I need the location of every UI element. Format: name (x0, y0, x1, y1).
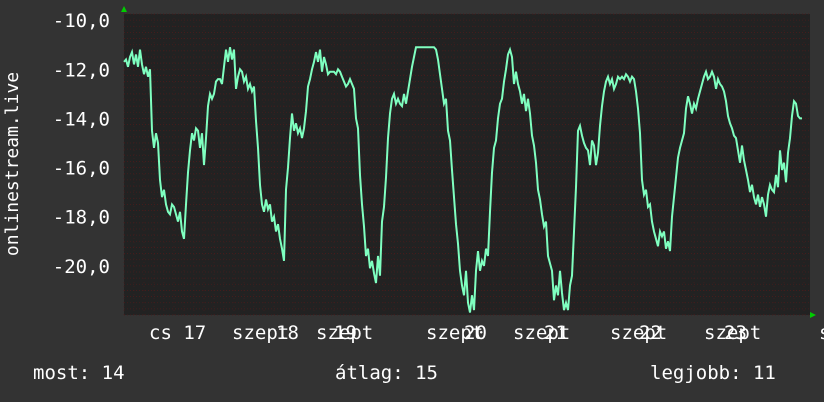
stat-average: átlag: 15 (335, 362, 438, 384)
y-axis-label: onlinestream.live (2, 72, 23, 256)
stat-best: legjobb: 11 (650, 362, 776, 384)
y-tick-label: -18,0 (53, 207, 110, 229)
x-axis: cs 17 szept18 szept19 szept20 szept21 szept22… (149, 322, 824, 344)
y-tick-label: -16,0 (53, 158, 110, 180)
y-axis: -10,0 -12,0 -14,0 -16,0 -18,0 -20,0 (53, 10, 110, 278)
y-tick-label: -12,0 (53, 59, 110, 81)
stat-current: most: 14 (33, 362, 125, 384)
x-tick-label: 19 (334, 322, 357, 344)
temperature-chart: -10,0-12,0-14,0-16,0-18,0-20,0 cs 17 szep… (2, 6, 824, 344)
x-tick-label: 18 (276, 322, 299, 344)
y-axis-arrow-icon (121, 6, 127, 12)
y-tick-label: -10,0 (53, 10, 110, 32)
x-tick-label: 22 (639, 322, 662, 344)
x-tick-label: cs 17 (149, 322, 206, 344)
x-axis-arrow-icon (810, 312, 816, 318)
x-tick-label: 20 (464, 322, 487, 344)
x-tick-label: s (819, 322, 824, 344)
y-tick-label: -14,0 (53, 108, 110, 130)
x-tick-label: 23 (724, 322, 747, 344)
x-tick-label: 21 (544, 322, 567, 344)
y-tick-label: -20,0 (53, 256, 110, 278)
